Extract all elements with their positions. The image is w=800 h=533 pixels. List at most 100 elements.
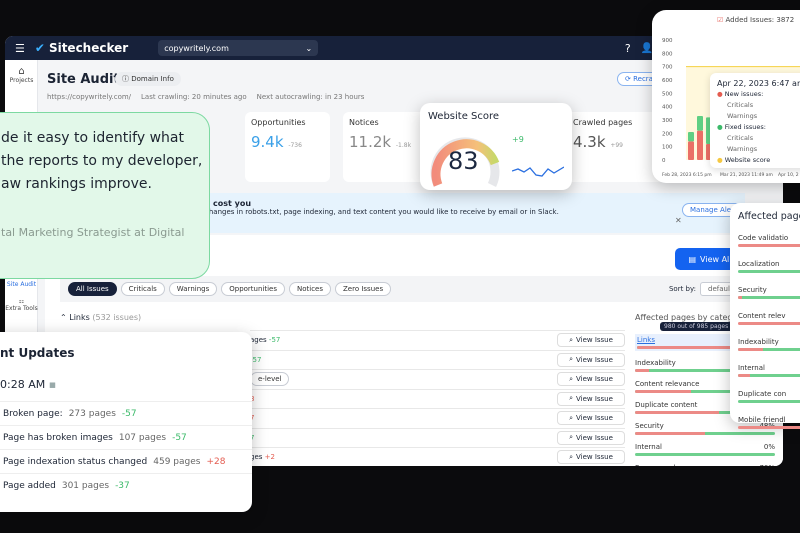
category-item[interactable]: Localization <box>738 260 800 273</box>
domain-select[interactable]: copywritely.com ⌄ <box>158 40 319 56</box>
category-bar <box>738 296 800 299</box>
close-icon[interactable]: ✕ <box>675 216 682 225</box>
y-tick-label: 700 <box>662 65 673 71</box>
category-bar <box>738 322 800 325</box>
issue-row: 7 ⌕ View Issue <box>250 427 625 448</box>
category-name: Security <box>738 286 767 294</box>
category-name: Internal <box>635 443 662 451</box>
category-name: Duplicate con <box>738 390 787 398</box>
view-issue-button[interactable]: ⌕ View Issue <box>557 372 625 387</box>
category-item[interactable]: Internal <box>738 364 800 377</box>
testimonial-quote: de it easy to identify what the reports t… <box>1 130 203 192</box>
filter-all-issues[interactable]: All Issues <box>68 282 117 296</box>
view-issue-button[interactable]: ⌕ View Issue <box>557 411 625 426</box>
view-issue-button[interactable]: ⌕ View Issue <box>557 352 625 367</box>
update-time: 0:28 AM ▪ <box>0 378 57 391</box>
category-bar <box>738 244 800 247</box>
score-delta: +9 <box>512 135 524 144</box>
category-name: Links <box>637 336 655 344</box>
comment-icon: ▪ <box>48 378 57 391</box>
stat-notices[interactable]: Notices 11.2k -1.8k <box>343 112 428 182</box>
filter-warnings[interactable]: Warnings <box>168 282 218 296</box>
y-tick-label: 600 <box>662 78 673 84</box>
filter-notices[interactable]: Notices <box>289 282 332 296</box>
category-bar <box>738 348 800 351</box>
y-tick-label: 200 <box>662 131 673 137</box>
category-pct: 0% <box>763 443 775 451</box>
y-tick-label: 500 <box>662 91 673 97</box>
category-name: Security <box>635 422 664 430</box>
x-tick-label: Apr 10, 2 <box>778 172 799 178</box>
check-icon: ✔ <box>34 41 45 55</box>
chevron-down-icon: ⌄ <box>305 43 313 53</box>
website-score-card: Website Score 83 +9 <box>420 103 572 190</box>
links-group-toggle[interactable]: ⌃ Links (532 issues) <box>60 313 141 322</box>
sidebar-item-site-audit[interactable]: Site Audit <box>5 281 38 288</box>
stat-opportunities[interactable]: Opportunities 9.4k -736 <box>245 112 330 182</box>
view-issue-button[interactable]: ⌕ View Issue <box>557 450 625 465</box>
category-item[interactable]: Code validatio <box>738 234 800 247</box>
menu-icon[interactable]: ☰ <box>15 42 25 55</box>
category-bar <box>738 400 800 403</box>
help-icon[interactable]: ? <box>625 42 631 55</box>
category-name: Indexability <box>738 338 779 346</box>
update-item: Broken page: 273 pages -57 <box>0 401 252 425</box>
affected-list: Code validatio Localization Security Conten… <box>738 234 800 429</box>
category-pct: 70% <box>759 464 775 466</box>
category-item[interactable]: Page speed 70% <box>635 464 775 466</box>
category-name: Content relevance <box>635 380 700 388</box>
document-icon: ▤ <box>688 254 697 264</box>
category-name: Mobile friendl <box>738 416 786 424</box>
x-tick-label: Feb 28, 2023 6:15 pm <box>662 172 712 178</box>
category-item[interactable]: Content relev <box>738 312 800 325</box>
category-item[interactable]: Indexability <box>738 338 800 351</box>
category-bar <box>738 426 800 429</box>
issue-row: 8 ⌕ View Issue <box>250 388 625 409</box>
bar-red <box>697 130 703 160</box>
category-item[interactable]: Duplicate con <box>738 390 800 403</box>
site-url[interactable]: https://copywritely.com/ <box>47 93 131 101</box>
category-item[interactable]: Internal 0% <box>635 443 775 456</box>
sidebar-item-projects[interactable]: ⌂ Projects <box>5 66 38 84</box>
score-trend-line <box>512 166 564 177</box>
issue-row: e-level ⌕ View Issue <box>250 369 625 389</box>
filter-opportunities[interactable]: Opportunities <box>221 282 285 296</box>
score-value: 83 <box>448 147 479 175</box>
category-item[interactable]: Mobile friendl <box>738 416 800 429</box>
update-item: Page has broken images 107 pages -57 <box>0 425 252 449</box>
page-title: Site Audit <box>47 72 120 87</box>
crawl-info: https://copywritely.com/Last crawling: 2… <box>47 93 365 101</box>
update-item: Page indexation status changed 459 pages +… <box>0 449 252 473</box>
x-tick-label: Mar 21, 2023 11:49 am <box>720 172 773 178</box>
updates-card: nt Updates 0:28 AM ▪ Broken page: 273 pag… <box>0 332 252 512</box>
home-icon: ⌂ <box>18 66 25 77</box>
view-issue-button[interactable]: ⌕ View Issue <box>557 391 625 406</box>
view-issue-button[interactable]: ⌕ View Issue <box>557 333 625 348</box>
chart-tooltip: Apr 22, 2023 6:47 am ● New issues: Criti… <box>710 73 800 168</box>
category-name: Internal <box>738 364 765 372</box>
issues-chart-card: ☑ Added Issues: 3872 900 800 700 600 500 400 3… <box>652 10 800 183</box>
category-name: Code validatio <box>738 234 789 242</box>
issue-row: 7 ⌕ View Issue <box>250 408 625 428</box>
category-name: Localization <box>738 260 780 268</box>
y-tick-label: 400 <box>662 105 673 111</box>
testimonial-author: tal Marketing Strategist at Digital <box>1 226 185 239</box>
issue-row: ages -57 ⌕ View Issue <box>250 330 625 350</box>
domain-info-button[interactable]: ⓘ Domain Info <box>115 72 181 86</box>
logo[interactable]: ✔ Sitechecker <box>35 41 128 55</box>
filter-bar: All Issues Criticals Warnings Opportunit… <box>60 276 760 302</box>
view-issue-button[interactable]: ⌕ View Issue <box>557 430 625 445</box>
category-item[interactable]: Security <box>738 286 800 299</box>
y-tick-label: 800 <box>662 51 673 57</box>
issue-row: -57 ⌕ View Issue <box>250 349 625 370</box>
bar-green <box>688 132 694 142</box>
issue-list: ages -57 ⌕ View Issue -57 ⌕ View Issue e-l… <box>250 330 625 466</box>
filter-criticals[interactable]: Criticals <box>120 282 165 296</box>
category-name: Page speed <box>635 464 675 466</box>
filter-zero-issues[interactable]: Zero Issues <box>335 282 392 296</box>
affected-pages-card: Affected page Code validatio Localization… <box>730 203 800 429</box>
bar-green <box>697 116 703 131</box>
sidebar-item-extra-tools[interactable]: ⚏ Extra Tools <box>5 298 38 312</box>
category-name: Duplicate content <box>635 401 698 409</box>
y-tick-label: 100 <box>662 145 673 151</box>
